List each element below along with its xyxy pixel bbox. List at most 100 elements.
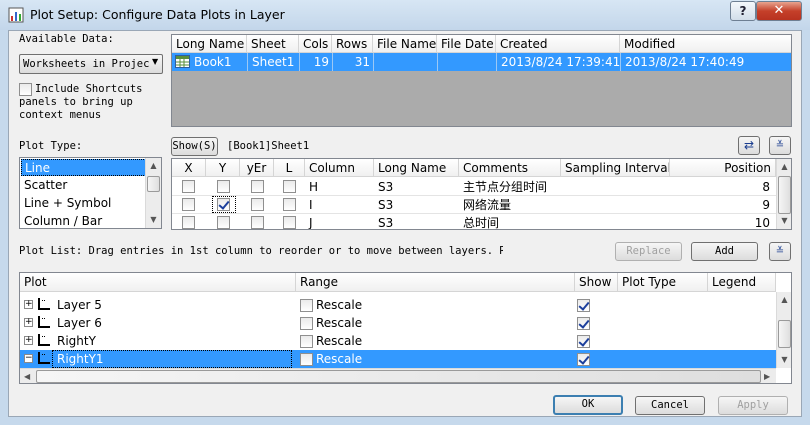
columns-table[interactable]: X Y yEr L Column Long Name Comments Samp…	[171, 158, 792, 230]
layer-icon	[38, 334, 50, 346]
col-header-long-name-2[interactable]: Long Name	[374, 159, 459, 177]
scroll-down-icon[interactable]: ▼	[777, 352, 791, 368]
col-header-range[interactable]: Range	[296, 273, 575, 292]
cell-file-name	[373, 53, 437, 71]
title-bar[interactable]: Plot Setup: Configure Data Plots in Laye…	[0, 0, 810, 30]
expand-icon[interactable]: +	[24, 318, 33, 327]
close-button[interactable]: ✕	[756, 1, 802, 21]
layer-icon	[38, 352, 50, 364]
plot-list-vscrollbar[interactable]: ▲ ▼	[776, 292, 791, 368]
cell-comments: 总时间	[463, 216, 500, 230]
x-checkbox[interactable]	[182, 198, 195, 211]
col-header-column[interactable]: Column	[305, 159, 374, 177]
yer-checkbox[interactable]	[251, 216, 264, 229]
col-header-file-date[interactable]: File Date	[437, 35, 496, 53]
x-checkbox[interactable]	[182, 180, 195, 193]
scroll-up-icon[interactable]: ▲	[777, 159, 791, 175]
col-header-long-name[interactable]: Long Name	[172, 35, 247, 53]
replace-button[interactable]: Replace	[615, 242, 682, 261]
columns-scrollbar[interactable]: ▲ ▼	[776, 159, 791, 229]
cell-modified: 2013/8/24 17:40:49	[620, 53, 791, 71]
ok-button[interactable]: OK	[553, 395, 623, 415]
col-header-plot[interactable]: Plot	[20, 273, 296, 292]
col-header-created[interactable]: Created	[496, 35, 620, 53]
yer-checkbox[interactable]	[251, 180, 264, 193]
scroll-down-icon[interactable]: ▼	[777, 213, 791, 229]
show-checkbox[interactable]	[577, 317, 590, 330]
plot-type-list[interactable]: Line Scatter Line + Symbol Column / Bar …	[19, 157, 162, 229]
scroll-left-icon[interactable]: ◀	[24, 369, 30, 383]
l-checkbox[interactable]	[283, 198, 296, 211]
scroll-down-icon[interactable]: ▼	[146, 212, 161, 228]
y-checkbox[interactable]	[217, 198, 230, 211]
show-checkbox[interactable]	[577, 353, 590, 366]
table-row[interactable]: Book1 Sheet1 19 31 2013/8/24 17:39:41 20…	[172, 53, 791, 71]
col-header-legend[interactable]: Legend	[708, 273, 776, 292]
cancel-button[interactable]: Cancel	[635, 396, 705, 415]
l-checkbox[interactable]	[283, 216, 296, 229]
list-item-column-bar[interactable]: Column / Bar	[24, 214, 102, 228]
cell-sampling	[561, 214, 670, 229]
col-header-plot-type[interactable]: Plot Type	[618, 273, 708, 292]
table-row[interactable]: + RightY Rescale	[20, 332, 776, 350]
help-button[interactable]: ?	[730, 1, 756, 21]
list-item-line-symbol[interactable]: Line + Symbol	[24, 196, 111, 210]
list-item-line[interactable]: Line	[21, 159, 146, 176]
swap-icon[interactable]: ⇄	[738, 136, 760, 155]
l-checkbox[interactable]	[283, 180, 296, 193]
yer-checkbox[interactable]	[251, 198, 264, 211]
available-data-table[interactable]: Long Name Sheet Cols Rows File Name File…	[171, 34, 792, 127]
col-header-comments[interactable]: Comments	[459, 159, 561, 177]
col-header-show[interactable]: Show	[575, 273, 618, 292]
scroll-right-icon[interactable]: ▶	[764, 369, 770, 383]
col-header-y[interactable]: Y	[206, 159, 240, 177]
apply-button[interactable]: Apply	[718, 396, 788, 415]
scroll-thumb[interactable]	[778, 176, 791, 214]
show-button[interactable]: Show(S)	[171, 137, 218, 156]
plot-name: RightY1	[57, 352, 104, 366]
plot-list-hscrollbar[interactable]: ◀ ▶	[20, 368, 776, 383]
col-header-x[interactable]: X	[172, 159, 206, 177]
col-header-position[interactable]: Position	[670, 159, 776, 177]
table-row[interactable]: I S3 网络流量 9	[172, 196, 776, 214]
cell-sheet: Sheet1	[247, 53, 299, 71]
col-header-sheet[interactable]: Sheet	[247, 35, 299, 53]
col-header-l[interactable]: L	[274, 159, 305, 177]
col-header-modified[interactable]: Modified	[620, 35, 791, 53]
rescale-label: Rescale	[316, 352, 363, 366]
scroll-thumb[interactable]	[36, 370, 761, 383]
cell-long-name: S3	[378, 216, 394, 230]
table-row[interactable]: − RightY1 Rescale	[20, 350, 776, 368]
scroll-up-icon[interactable]: ▲	[777, 292, 791, 308]
expand-down-icon[interactable]: ≚	[769, 136, 791, 155]
table-row[interactable]: + Layer 5 Rescale	[20, 296, 776, 314]
plot-list-table[interactable]: Plot Range Show Plot Type Legend + Layer…	[19, 272, 792, 384]
expand-down-icon[interactable]: ≚	[769, 242, 791, 261]
expand-icon[interactable]: +	[24, 300, 33, 309]
table-row[interactable]: J S3 总时间 10	[172, 214, 776, 230]
table-row[interactable]: + Layer 6 Rescale	[20, 314, 776, 332]
list-item-scatter[interactable]: Scatter	[24, 178, 67, 192]
show-checkbox[interactable]	[577, 299, 590, 312]
x-checkbox[interactable]	[182, 216, 195, 229]
scroll-thumb[interactable]	[778, 320, 791, 348]
expand-icon[interactable]: +	[24, 336, 33, 345]
collapse-icon[interactable]: −	[24, 354, 33, 363]
plot-type-scrollbar[interactable]: ▲ ▼	[145, 158, 161, 228]
col-header-yer[interactable]: yEr	[240, 159, 274, 177]
col-header-rows[interactable]: Rows	[332, 35, 373, 53]
table-row[interactable]: H S3 主节点分组时间 8	[172, 178, 776, 196]
col-header-file-name[interactable]: File Name	[373, 35, 437, 53]
scroll-up-icon[interactable]: ▲	[146, 158, 161, 174]
col-header-cols[interactable]: Cols	[299, 35, 332, 53]
cell-rows: 31	[332, 53, 373, 71]
data-source-dropdown[interactable]: Worksheets in Projec ▼	[19, 54, 163, 74]
cell-column: J	[309, 216, 313, 230]
add-button[interactable]: Add	[691, 242, 758, 261]
y-checkbox[interactable]	[217, 216, 230, 229]
show-checkbox[interactable]	[577, 335, 590, 348]
cell-position: 10	[754, 216, 770, 230]
scroll-thumb[interactable]	[147, 176, 160, 192]
y-checkbox[interactable]	[217, 180, 230, 193]
col-header-sampling[interactable]: Sampling Interval	[561, 159, 670, 177]
